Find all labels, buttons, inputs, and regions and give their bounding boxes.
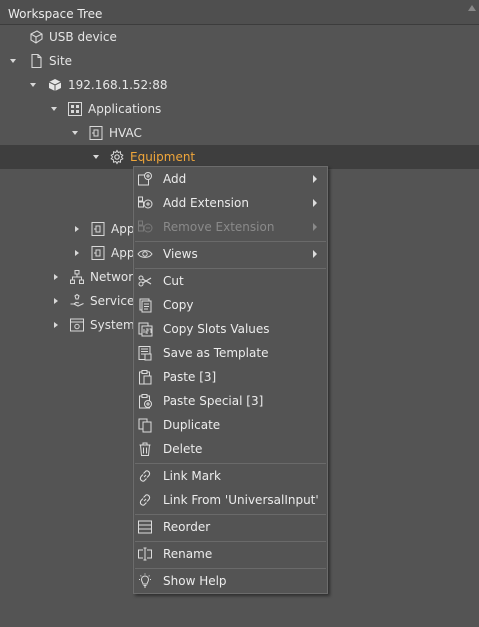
menu-item-label: Copy Slots Values — [163, 322, 270, 336]
tree-item-site[interactable]: Site — [0, 49, 479, 73]
usb-device-icon — [28, 29, 44, 45]
menu-item-views[interactable]: Views — [134, 242, 327, 266]
tree-item-usb-device[interactable]: USB device — [0, 25, 479, 49]
application-folder-icon — [88, 125, 104, 141]
tree-label: Applications — [88, 102, 162, 116]
menu-item-label: Paste Special [3] — [163, 394, 264, 408]
expand-chevron-icon[interactable] — [73, 249, 81, 257]
expand-chevron-icon[interactable] — [71, 129, 79, 137]
rename-icon — [137, 546, 153, 562]
tree-label: USB device — [49, 30, 117, 44]
duplicate-icon — [137, 417, 153, 433]
submenu-arrow-icon — [313, 223, 317, 231]
add-plus-icon — [137, 171, 153, 187]
tree-label: App — [111, 246, 135, 260]
services-hand-icon — [69, 293, 85, 309]
application-folder-icon — [90, 221, 106, 237]
menu-item-rename[interactable]: Rename — [134, 542, 327, 566]
tree-label: Site — [49, 54, 73, 68]
submenu-arrow-icon — [313, 175, 317, 183]
tree-item-device-ip[interactable]: 192.168.1.52:88 — [0, 73, 479, 97]
link-icon — [137, 468, 153, 484]
expand-chevron-icon[interactable] — [29, 81, 37, 89]
menu-item-paste-special[interactable]: Paste Special [3] — [134, 389, 327, 413]
copy-values-icon — [137, 321, 153, 337]
submenu-arrow-icon — [313, 250, 317, 258]
menu-item-label: Save as Template — [163, 346, 269, 360]
menu-item-show-help[interactable]: Show Help — [134, 569, 327, 593]
expand-chevron-icon[interactable] — [50, 105, 58, 113]
menu-item-save-as-template[interactable]: Save as Template — [134, 341, 327, 365]
menu-item-copy-slots-values[interactable]: Copy Slots Values — [134, 317, 327, 341]
paste-clipboard-icon — [137, 369, 153, 385]
device-box-icon — [47, 77, 63, 93]
scissors-icon — [137, 273, 153, 289]
menu-item-label: Remove Extension — [163, 220, 275, 234]
menu-item-label: Rename — [163, 547, 213, 561]
tree-label: App — [111, 222, 135, 236]
scroll-up-arrow-icon[interactable] — [468, 5, 476, 11]
menu-item-reorder[interactable]: Reorder — [134, 515, 327, 539]
menu-item-link-mark[interactable]: Link Mark — [134, 464, 327, 488]
menu-item-add-extension[interactable]: Add Extension — [134, 191, 327, 215]
menu-item-label: Link From 'UniversalInput' — [163, 493, 319, 507]
menu-item-label: Copy — [163, 298, 194, 312]
menu-item-paste[interactable]: Paste [3] — [134, 365, 327, 389]
save-template-icon — [137, 345, 153, 361]
network-icon — [69, 269, 85, 285]
menu-item-remove-extension: Remove Extension — [134, 215, 327, 239]
expand-chevron-icon[interactable] — [73, 225, 81, 233]
menu-item-duplicate[interactable]: Duplicate — [134, 413, 327, 437]
reorder-icon — [137, 519, 153, 535]
expand-chevron-icon[interactable] — [52, 297, 60, 305]
menu-item-label: Show Help — [163, 574, 227, 588]
menu-item-label: Add Extension — [163, 196, 249, 210]
tree-label: System — [90, 318, 135, 332]
lightbulb-icon — [137, 573, 153, 589]
menu-item-cut[interactable]: Cut — [134, 269, 327, 293]
panel-title: Workspace Tree — [8, 7, 103, 21]
tree-label: HVAC — [109, 126, 142, 140]
workspace-tree-header: Workspace Tree — [0, 0, 479, 25]
menu-item-label: Views — [163, 247, 198, 261]
menu-item-label: Add — [163, 172, 187, 186]
tree-item-applications[interactable]: Applications — [0, 97, 479, 121]
menu-item-label: Reorder — [163, 520, 211, 534]
menu-item-delete[interactable]: Delete — [134, 437, 327, 461]
tree-label: 192.168.1.52:88 — [68, 78, 168, 92]
application-folder-icon — [90, 245, 106, 261]
paste-special-icon — [137, 393, 153, 409]
menu-item-link-from[interactable]: Link From 'UniversalInput' — [134, 488, 327, 512]
add-extension-icon — [137, 195, 153, 211]
submenu-arrow-icon — [313, 199, 317, 207]
menu-item-label: Cut — [163, 274, 184, 288]
menu-item-label: Link Mark — [163, 469, 221, 483]
gear-icon — [109, 149, 125, 165]
link-icon — [137, 492, 153, 508]
expand-chevron-icon[interactable] — [52, 273, 60, 281]
menu-item-copy[interactable]: Copy — [134, 293, 327, 317]
menu-item-label: Delete — [163, 442, 203, 456]
remove-extension-icon — [137, 219, 153, 235]
context-menu: Add Add Extension Remove Extension Views… — [133, 166, 328, 594]
menu-item-label: Paste [3] — [163, 370, 217, 384]
site-page-icon — [28, 53, 44, 69]
expand-chevron-icon[interactable] — [92, 153, 100, 161]
applications-grid-icon — [67, 101, 83, 117]
system-settings-icon — [69, 317, 85, 333]
trash-icon — [137, 441, 153, 457]
copy-icon — [137, 297, 153, 313]
menu-item-add[interactable]: Add — [134, 167, 327, 191]
tree-label: Equipment — [130, 150, 196, 164]
expand-chevron-icon[interactable] — [52, 321, 60, 329]
tree-item-hvac[interactable]: HVAC — [0, 121, 479, 145]
expand-chevron-icon[interactable] — [9, 57, 17, 65]
menu-item-label: Duplicate — [163, 418, 221, 432]
eye-icon — [137, 246, 153, 262]
